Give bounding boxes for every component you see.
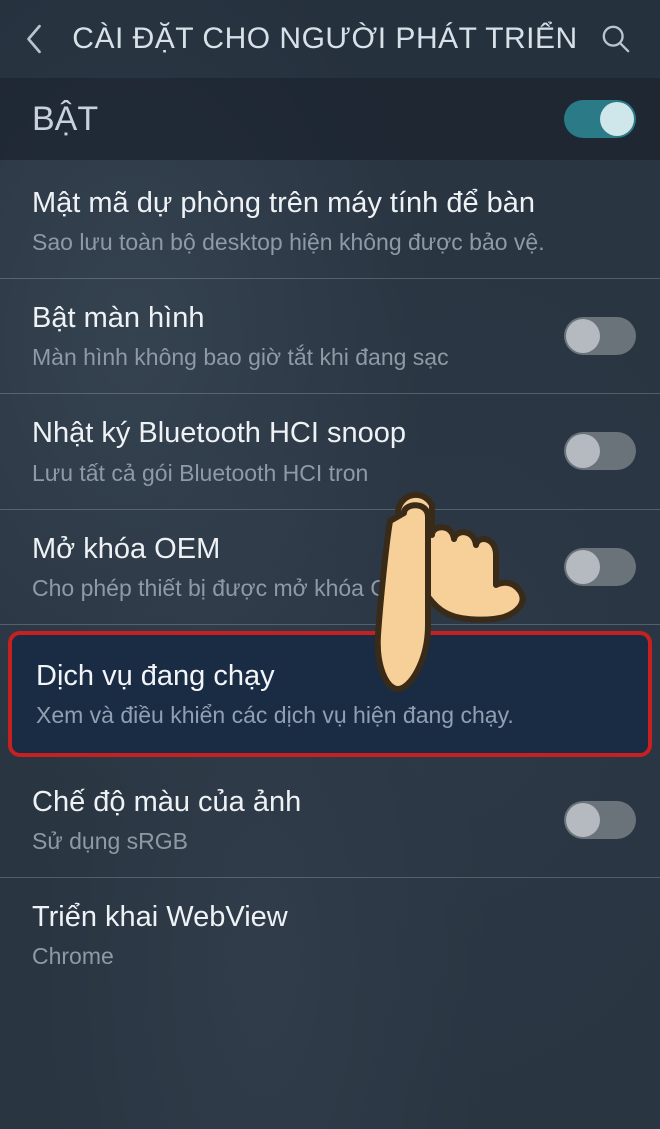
chevron-left-icon — [23, 22, 45, 56]
app-header: CÀI ĐẶT CHO NGƯỜI PHÁT TRIỂN — [0, 0, 660, 78]
setting-subtitle: Sử dụng sRGB — [32, 826, 548, 857]
setting-subtitle: Màn hình không bao giờ tắt khi đang sạc — [32, 342, 548, 373]
setting-title: Chế độ màu của ảnh — [32, 783, 548, 822]
setting-webview[interactable]: Triển khai WebView Chrome — [0, 878, 660, 992]
setting-text: Triển khai WebView Chrome — [32, 898, 636, 972]
setting-toggle[interactable] — [564, 548, 636, 586]
setting-running-services[interactable]: Dịch vụ đang chạy Xem và điều khiển các … — [8, 631, 652, 757]
setting-stay-awake[interactable]: Bật màn hình Màn hình không bao giờ tắt … — [0, 279, 660, 394]
setting-text: Bật màn hình Màn hình không bao giờ tắt … — [32, 299, 548, 373]
setting-subtitle: Chrome — [32, 941, 636, 972]
setting-title: Bật màn hình — [32, 299, 548, 338]
setting-subtitle: Sao lưu toàn bộ desktop hiện không được … — [32, 227, 636, 258]
setting-bluetooth-hci[interactable]: Nhật ký Bluetooth HCI snoop Lưu tất cả g… — [0, 394, 660, 509]
setting-title: Mở khóa OEM — [32, 530, 548, 569]
setting-subtitle: Cho phép thiết bị được mở khóa OEM. — [32, 573, 548, 604]
setting-picture-color[interactable]: Chế độ màu của ảnh Sử dụng sRGB — [0, 763, 660, 878]
search-icon — [601, 24, 631, 54]
setting-title: Mật mã dự phòng trên máy tính để bàn — [32, 184, 636, 223]
setting-text: Chế độ màu của ảnh Sử dụng sRGB — [32, 783, 548, 857]
master-toggle[interactable] — [564, 100, 636, 138]
master-toggle-label: BẬT — [32, 100, 564, 139]
back-button[interactable] — [8, 13, 60, 65]
setting-title: Dịch vụ đang chạy — [36, 657, 624, 696]
setting-oem-unlock[interactable]: Mở khóa OEM Cho phép thiết bị được mở kh… — [0, 510, 660, 625]
setting-backup-password[interactable]: Mật mã dự phòng trên máy tính để bàn Sao… — [0, 164, 660, 279]
setting-subtitle: Xem và điều khiển các dịch vụ hiện đang … — [36, 700, 624, 731]
setting-title: Nhật ký Bluetooth HCI snoop — [32, 414, 548, 453]
master-toggle-row[interactable]: BẬT — [0, 78, 660, 160]
setting-toggle[interactable] — [564, 317, 636, 355]
search-button[interactable] — [590, 13, 642, 65]
setting-text: Mật mã dự phòng trên máy tính để bàn Sao… — [32, 184, 636, 258]
setting-subtitle: Lưu tất cả gói Bluetooth HCI tron — [32, 458, 548, 489]
settings-list: Mật mã dự phòng trên máy tính để bàn Sao… — [0, 160, 660, 992]
setting-text: Nhật ký Bluetooth HCI snoop Lưu tất cả g… — [32, 414, 548, 488]
setting-title: Triển khai WebView — [32, 898, 636, 937]
setting-text: Mở khóa OEM Cho phép thiết bị được mở kh… — [32, 530, 548, 604]
setting-text: Dịch vụ đang chạy Xem và điều khiển các … — [36, 657, 624, 731]
page-title: CÀI ĐẶT CHO NGƯỜI PHÁT TRIỂN — [60, 22, 590, 56]
setting-toggle[interactable] — [564, 432, 636, 470]
setting-toggle[interactable] — [564, 801, 636, 839]
